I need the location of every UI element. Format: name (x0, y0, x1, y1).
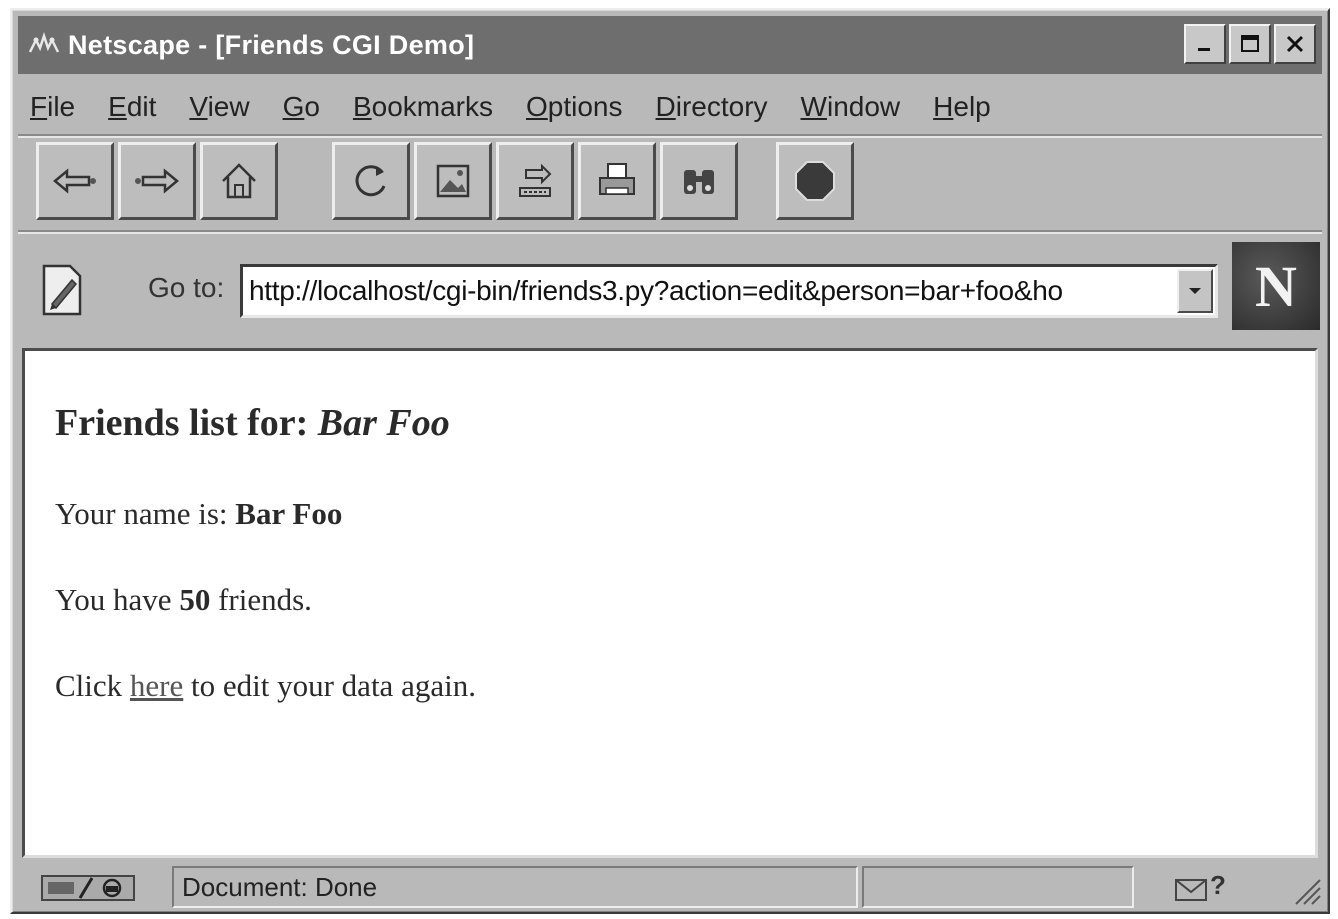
chevron-down-icon (1189, 288, 1201, 294)
friends-prefix: You have (55, 582, 180, 617)
browser-window: Netscape - [Friends CGI Demo] File Edit Vi… (10, 8, 1330, 914)
menu-window[interactable]: Window (801, 91, 901, 123)
menu-view[interactable]: View (189, 91, 249, 123)
back-button[interactable] (36, 142, 114, 220)
reload-icon (355, 165, 386, 197)
heading-prefix: Friends list for: (55, 402, 318, 444)
home-icon (222, 163, 256, 199)
url-field[interactable]: http://localhost/cgi-bin/friends3.py?act… (240, 264, 1218, 318)
menu-help[interactable]: Help (933, 91, 991, 123)
home-button[interactable] (200, 142, 278, 220)
toolbar-divider (18, 230, 1322, 234)
resize-grip-icon[interactable] (1288, 872, 1322, 906)
forward-icon (135, 168, 179, 194)
window-title: Netscape - [Friends CGI Demo] (68, 29, 475, 60)
heading-name: Bar Foo (317, 402, 450, 444)
menu-file[interactable]: File (30, 91, 75, 123)
forward-button[interactable] (118, 142, 196, 220)
progress-field (862, 866, 1134, 908)
url-text[interactable]: http://localhost/cgi-bin/friends3.py?act… (243, 275, 1177, 307)
stop-icon (795, 161, 835, 201)
menu-bar: File Edit View Go Bookmarks Options Directory W… (30, 80, 1024, 134)
images-icon (436, 164, 470, 198)
menu-bookmarks[interactable]: Bookmarks (353, 91, 493, 123)
title-bar[interactable]: Netscape - [Friends CGI Demo] (18, 16, 1322, 74)
mail-icon[interactable]: ? (1172, 870, 1232, 904)
url-dropdown-button[interactable] (1177, 269, 1213, 313)
edit-link[interactable]: here (130, 668, 183, 703)
security-key-icon[interactable] (40, 872, 140, 902)
status-message: Document: Done (172, 866, 858, 908)
reload-button[interactable] (332, 142, 410, 220)
edit-prefix: Click (55, 668, 130, 703)
maximize-button[interactable] (1229, 24, 1271, 64)
menu-divider (18, 134, 1322, 138)
status-text: Document: Done (182, 871, 378, 902)
print-button[interactable] (578, 142, 656, 220)
status-bar: Document: Done ? (12, 862, 1328, 910)
bookmark-page-icon[interactable] (40, 262, 84, 318)
menu-directory[interactable]: Directory (656, 91, 768, 123)
maximize-icon (1241, 35, 1259, 52)
page-content: Friends list for: Bar Foo Your name is: … (22, 348, 1318, 858)
images-button[interactable] (414, 142, 492, 220)
find-icon (684, 170, 714, 194)
friends-count: 50 (179, 582, 211, 617)
edit-suffix: to edit your data again. (183, 668, 476, 703)
open-icon (519, 163, 552, 197)
name-line: Your name is: Bar Foo (55, 496, 342, 532)
print-icon (599, 163, 635, 195)
page-heading: Friends list for: Bar Foo (55, 401, 450, 445)
netscape-n-logo[interactable]: N (1232, 242, 1320, 330)
stop-button[interactable] (776, 142, 854, 220)
location-bar: Go to: http://localhost/cgi-bin/friends3… (12, 238, 1328, 338)
minimize-icon (1198, 48, 1210, 51)
name-prefix: Your name is: (55, 496, 236, 531)
menu-go[interactable]: Go (283, 91, 320, 123)
find-button[interactable] (660, 142, 738, 220)
friends-line: You have 50 friends. (55, 582, 312, 618)
menu-edit[interactable]: Edit (108, 91, 156, 123)
netscape-logo-icon (24, 25, 64, 65)
goto-label: Go to: (148, 272, 225, 303)
close-button[interactable] (1274, 24, 1316, 64)
friends-suffix: friends. (210, 582, 312, 617)
edit-line: Click here to edit your data again. (55, 668, 476, 704)
close-icon (1286, 35, 1304, 53)
menu-options[interactable]: Options (526, 91, 623, 123)
netscape-n-icon: N (1255, 253, 1297, 319)
minimize-button[interactable] (1184, 24, 1226, 64)
back-icon (53, 168, 96, 194)
name-value: Bar Foo (235, 496, 343, 531)
open-button[interactable] (496, 142, 574, 220)
svg-text:?: ? (1210, 870, 1226, 900)
